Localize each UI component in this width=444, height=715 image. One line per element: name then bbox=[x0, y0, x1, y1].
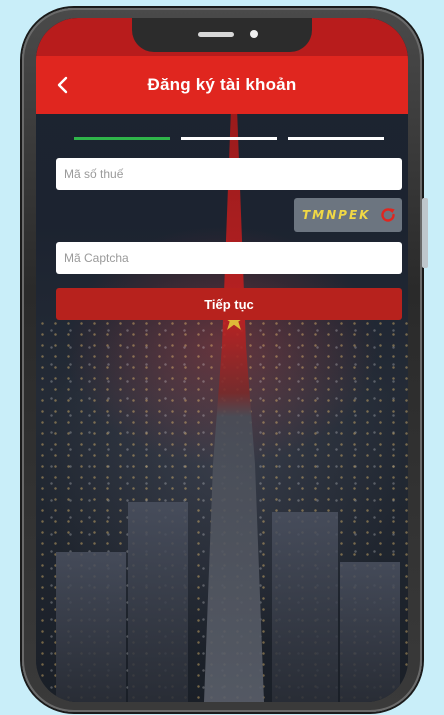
captcha-input[interactable] bbox=[56, 242, 402, 274]
speaker bbox=[198, 32, 234, 37]
phone-side-button bbox=[422, 198, 428, 268]
step-2-indicator bbox=[181, 137, 277, 140]
captcha-image: TMNPEK bbox=[294, 198, 402, 232]
step-3-indicator bbox=[288, 137, 384, 140]
step-1-indicator bbox=[74, 137, 170, 140]
building bbox=[128, 502, 188, 702]
captcha-refresh-button[interactable] bbox=[378, 205, 398, 225]
phone-notch bbox=[132, 18, 312, 52]
app-screen: Đăng ký tài khoản TMNPEK Tiếp tục bbox=[36, 18, 408, 702]
continue-button[interactable]: Tiếp tục bbox=[56, 288, 402, 320]
back-button[interactable] bbox=[44, 66, 82, 104]
phone-frame: Đăng ký tài khoản TMNPEK Tiếp tục bbox=[22, 8, 428, 712]
step-indicator bbox=[74, 137, 384, 141]
camera bbox=[250, 30, 258, 38]
app-header: Đăng ký tài khoản bbox=[36, 56, 408, 114]
refresh-icon bbox=[381, 208, 395, 222]
tax-code-input[interactable] bbox=[56, 158, 402, 190]
page-background: Đăng ký tài khoản TMNPEK Tiếp tục bbox=[0, 0, 444, 715]
page-title: Đăng ký tài khoản bbox=[147, 75, 297, 94]
building bbox=[340, 562, 400, 702]
chevron-left-icon bbox=[57, 76, 68, 94]
building bbox=[272, 512, 338, 702]
building bbox=[56, 552, 126, 702]
captcha-code: TMNPEK bbox=[302, 208, 371, 222]
